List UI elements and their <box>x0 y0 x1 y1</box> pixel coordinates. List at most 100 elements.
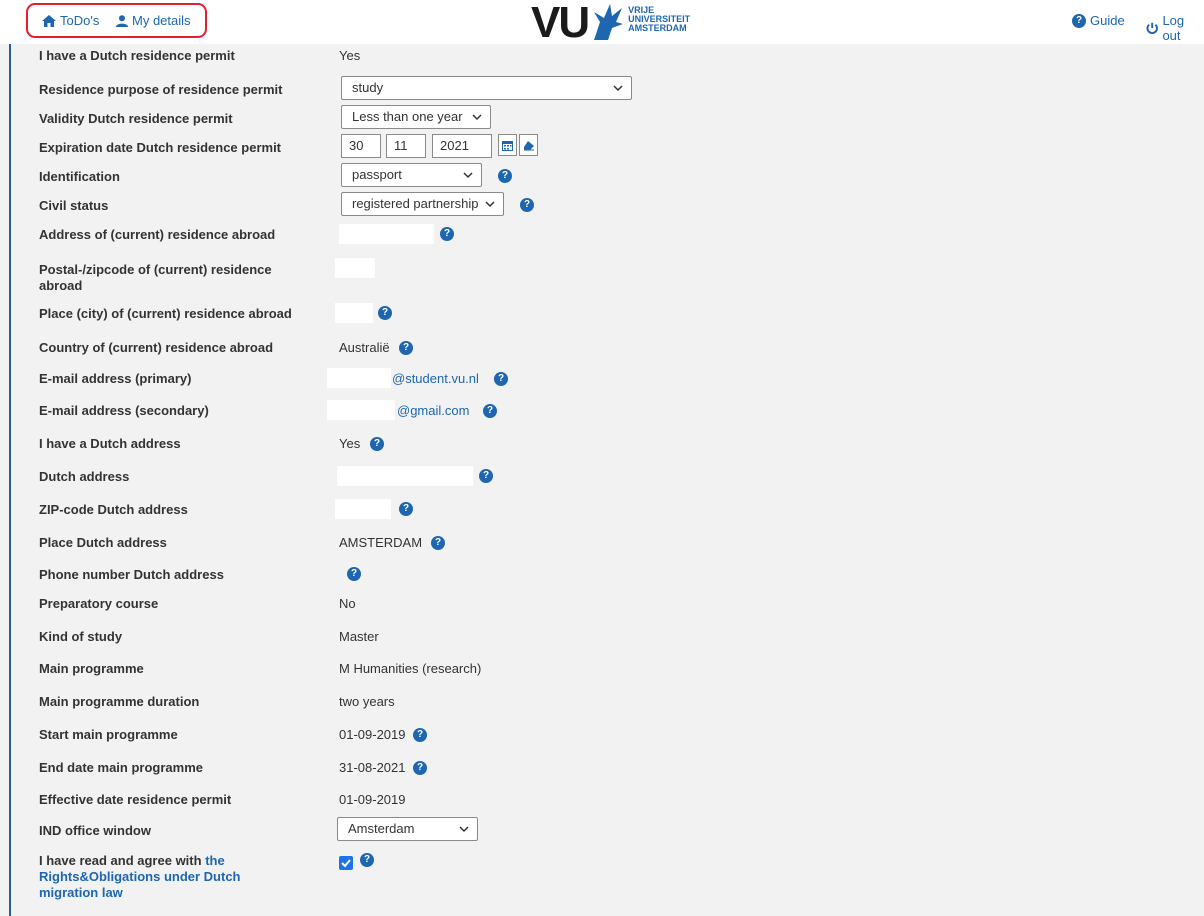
email-primary-redacted <box>327 368 391 388</box>
dutch-permit-value: Yes <box>339 48 361 63</box>
dutch-permit-label: I have a Dutch residence permit <box>39 48 235 63</box>
start-programme-value: 01-09-2019 <box>339 727 406 742</box>
programme-duration-value: two years <box>339 694 395 709</box>
effective-date-value: 01-09-2019 <box>339 792 406 807</box>
help-icon[interactable]: ? <box>440 227 454 241</box>
chevron-down-icon <box>485 201 495 208</box>
main-programme-label: Main programme <box>39 661 144 676</box>
address-abroad-label: Address of (current) residence abroad <box>39 227 276 242</box>
calendar-button[interactable] <box>498 134 517 156</box>
email-secondary-label: E-mail address (secondary) <box>39 403 209 418</box>
help-icon[interactable]: ? <box>520 198 534 212</box>
checkmark-icon <box>341 859 351 868</box>
dutch-address-question-label: I have a Dutch address <box>39 436 181 451</box>
nav-todos-link[interactable]: ToDo's <box>42 13 99 28</box>
ind-office-select-value: Amsterdam <box>348 821 415 836</box>
place-dutch-label: Place Dutch address <box>39 535 167 550</box>
nav-my-details-link[interactable]: My details <box>116 13 191 28</box>
zip-dutch-redacted <box>335 499 391 519</box>
content-left-border <box>9 44 11 916</box>
ind-office-label: IND office window <box>39 823 151 838</box>
prep-course-value: No <box>339 596 356 611</box>
expiration-year-input[interactable]: 2021 <box>432 134 492 158</box>
nav-guide-label: Guide <box>1090 13 1125 28</box>
main-programme-value: M Humanities (research) <box>339 661 482 676</box>
identification-select[interactable]: passport <box>341 163 482 187</box>
help-icon[interactable]: ? <box>370 437 384 451</box>
dutch-address-question-value: Yes <box>339 436 361 451</box>
help-icon[interactable]: ? <box>483 404 497 418</box>
chevron-down-icon <box>613 85 623 92</box>
place-dutch-value: AMSTERDAM <box>339 535 423 550</box>
nav-guide-link[interactable]: ? Guide <box>1072 13 1125 28</box>
validity-label: Validity Dutch residence permit <box>39 111 233 126</box>
expiration-day-input[interactable]: 30 <box>341 134 381 158</box>
effective-date-label: Effective date residence permit <box>39 792 232 807</box>
purpose-select-value: study <box>352 80 384 95</box>
chevron-down-icon <box>463 172 473 179</box>
email-secondary-value[interactable]: @gmail.com <box>397 403 469 419</box>
help-icon[interactable]: ? <box>347 567 361 581</box>
kind-of-study-label: Kind of study <box>39 629 123 644</box>
question-circle-icon: ? <box>1072 13 1086 28</box>
help-icon[interactable]: ? <box>413 761 427 775</box>
validity-select[interactable]: Less than one year <box>341 105 491 129</box>
power-icon <box>1146 22 1158 34</box>
email-secondary-redacted <box>327 400 395 420</box>
civil-status-select[interactable]: registered partnership <box>341 192 504 216</box>
validity-select-value: Less than one year <box>352 109 463 124</box>
identification-select-value: passport <box>352 167 402 182</box>
dutch-address-label: Dutch address <box>39 469 130 484</box>
expiration-month-input[interactable]: 11 <box>386 134 426 158</box>
email-primary-label: E-mail address (primary) <box>39 371 192 386</box>
email-primary-value[interactable]: @student.vu.nl <box>392 371 479 387</box>
expiration-label: Expiration date Dutch residence permit <box>39 140 282 155</box>
ind-office-select[interactable]: Amsterdam <box>337 817 478 841</box>
nav-logout-label: Log out <box>1162 13 1185 43</box>
calendar-icon <box>502 140 513 151</box>
postal-abroad-redacted <box>335 258 375 278</box>
nav-todos-label: ToDo's <box>60 13 100 28</box>
help-icon[interactable]: ? <box>498 169 512 183</box>
vu-logo: VU VRIJE UNIVERSITEIT AMSTERDAM <box>531 1 690 45</box>
chevron-down-icon <box>459 826 469 833</box>
postal-abroad-label: Postal-/zipcode of (current) residence a… <box>39 262 272 293</box>
agree-label: I have read and agree with the Rights&Ob… <box>39 853 299 901</box>
country-abroad-value: Australië <box>339 340 390 355</box>
eraser-icon <box>523 140 534 150</box>
civil-status-label: Civil status <box>39 198 109 213</box>
civil-status-select-value: registered partnership <box>352 196 479 211</box>
griffin-icon <box>594 4 624 40</box>
help-icon[interactable]: ? <box>413 728 427 742</box>
purpose-label: Residence purpose of residence permit <box>39 82 283 97</box>
start-programme-label: Start main programme <box>39 727 178 742</box>
help-icon[interactable]: ? <box>479 469 493 483</box>
nav-my-details-label: My details <box>132 13 191 28</box>
help-icon[interactable]: ? <box>494 372 508 386</box>
logo-wordmark: VRIJE UNIVERSITEIT AMSTERDAM <box>628 6 690 33</box>
place-abroad-label: Place (city) of (current) residence abro… <box>39 306 292 321</box>
help-icon[interactable]: ? <box>399 341 413 355</box>
end-programme-label: End date main programme <box>39 760 203 775</box>
home-icon <box>42 14 56 27</box>
end-programme-value: 31-08-2021 <box>339 760 406 775</box>
chevron-down-icon <box>472 114 482 121</box>
identification-label: Identification <box>39 169 120 184</box>
user-icon <box>116 14 128 27</box>
purpose-select[interactable]: study <box>341 76 632 100</box>
agree-checkbox[interactable] <box>339 856 353 870</box>
dutch-address-redacted <box>337 466 473 486</box>
help-icon[interactable]: ? <box>399 502 413 516</box>
country-abroad-label: Country of (current) residence abroad <box>39 340 274 355</box>
agree-prefix: I have read and agree with <box>39 853 202 868</box>
place-abroad-redacted <box>335 303 373 323</box>
help-icon[interactable]: ? <box>360 853 374 867</box>
kind-of-study-value: Master <box>339 629 379 644</box>
help-icon[interactable]: ? <box>378 306 392 320</box>
help-icon[interactable]: ? <box>431 536 445 550</box>
top-navigation-bar: ToDo's My details VU VRIJE UNIVERSITEIT … <box>0 0 1204 45</box>
zip-dutch-label: ZIP-code Dutch address <box>39 502 188 517</box>
clear-date-button[interactable] <box>519 134 538 156</box>
nav-logout-link[interactable]: Log out <box>1146 13 1204 43</box>
prep-course-label: Preparatory course <box>39 596 159 611</box>
